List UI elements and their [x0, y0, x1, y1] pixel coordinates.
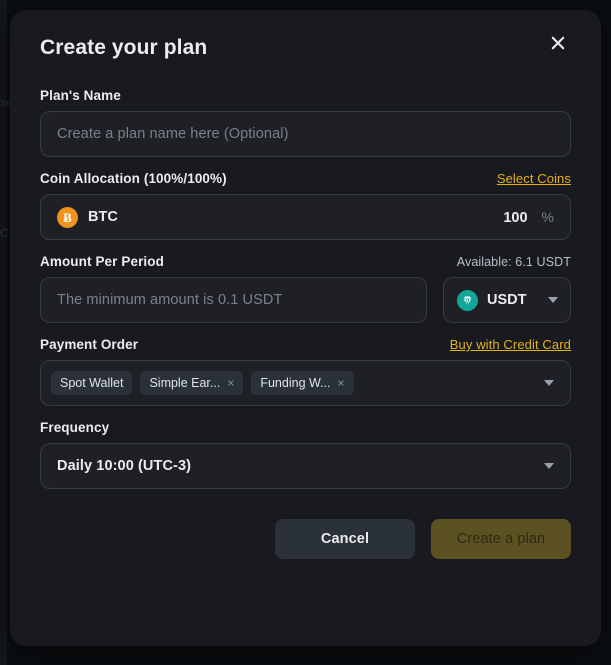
coin-allocation-label: Coin Allocation (100%/100%) [40, 171, 227, 186]
amount-per-period-header: Amount Per Period Available: 6.1 USDT [40, 254, 571, 269]
chevron-down-icon [544, 463, 554, 469]
coin-symbol: BTC [88, 209, 118, 225]
btc-icon-glyph: Ƀ [63, 209, 72, 225]
currency-identity: USDT [457, 289, 527, 311]
usdt-icon [457, 289, 478, 311]
amount-row: The minimum amount is 0.1 USDT USDT [40, 277, 571, 323]
btc-icon: Ƀ [57, 206, 78, 228]
frequency-label: Frequency [40, 420, 110, 435]
frequency-value: Daily 10:00 (UTC-3) [57, 458, 192, 474]
plan-name-header: Plan's Name [40, 88, 571, 103]
payment-order-label: Payment Order [40, 337, 139, 352]
coin-percent-value[interactable]: 100 [503, 210, 527, 226]
amount-per-period-label: Amount Per Period [40, 254, 164, 269]
dialog-header: Create your plan [40, 30, 571, 74]
frequency-header: Frequency [40, 420, 571, 435]
list-item[interactable]: Simple Ear... × [140, 371, 244, 395]
coin-allocation-row[interactable]: Ƀ BTC 100 % [40, 194, 571, 240]
list-item[interactable]: Funding W... × [251, 371, 354, 395]
payment-order-header: Payment Order Buy with Credit Card [40, 337, 571, 352]
coin-percent-group: 100 % [503, 209, 554, 226]
coin-allocation-header: Coin Allocation (100%/100%) Select Coins [40, 171, 571, 186]
tag-label: Simple Ear... [149, 376, 221, 390]
remove-tag-icon[interactable]: × [338, 377, 345, 389]
tag-label: Spot Wallet [60, 376, 124, 390]
amount-placeholder: The minimum amount is 0.1 USDT [57, 292, 283, 308]
frequency-select[interactable]: Daily 10:00 (UTC-3) [40, 443, 571, 489]
currency-select[interactable]: USDT [443, 277, 571, 323]
tag-label: Funding W... [260, 376, 331, 390]
remove-tag-icon[interactable]: × [227, 377, 234, 389]
page-title: Create your plan [40, 36, 208, 59]
create-plan-button: Create a plan [431, 519, 571, 559]
payment-order-select[interactable]: Spot Wallet Simple Ear... × Funding W...… [40, 360, 571, 406]
chevron-down-icon[interactable] [544, 380, 554, 386]
select-coins-link[interactable]: Select Coins [497, 171, 571, 186]
available-balance-note: Available: 6.1 USDT [456, 255, 571, 269]
buy-with-credit-card-link[interactable]: Buy with Credit Card [450, 337, 571, 352]
list-item[interactable]: Spot Wallet [51, 371, 133, 395]
cancel-button[interactable]: Cancel [275, 519, 415, 559]
dialog-footer: Cancel Create a plan [40, 519, 571, 559]
amount-input[interactable]: The minimum amount is 0.1 USDT [40, 277, 427, 323]
plan-name-placeholder: Create a plan name here (Optional) [57, 126, 289, 142]
payment-order-field: Payment Order Buy with Credit Card Spot … [40, 337, 571, 406]
payment-order-tags: Spot Wallet Simple Ear... × Funding W...… [51, 371, 354, 395]
coin-identity: Ƀ BTC [57, 206, 118, 228]
percent-symbol: % [541, 208, 554, 225]
create-plan-dialog: Create your plan Plan's Name Create a pl… [10, 10, 601, 646]
coin-allocation-field: Coin Allocation (100%/100%) Select Coins… [40, 171, 571, 240]
plan-name-field: Plan's Name Create a plan name here (Opt… [40, 88, 571, 157]
close-icon[interactable] [545, 30, 571, 56]
plan-name-input[interactable]: Create a plan name here (Optional) [40, 111, 571, 157]
amount-per-period-field: Amount Per Period Available: 6.1 USDT Th… [40, 254, 571, 323]
chevron-down-icon [548, 297, 558, 303]
frequency-field: Frequency Daily 10:00 (UTC-3) [40, 420, 571, 489]
currency-label: USDT [487, 292, 527, 308]
backdrop-text-fragment: C [0, 226, 9, 240]
plan-name-label: Plan's Name [40, 88, 121, 103]
